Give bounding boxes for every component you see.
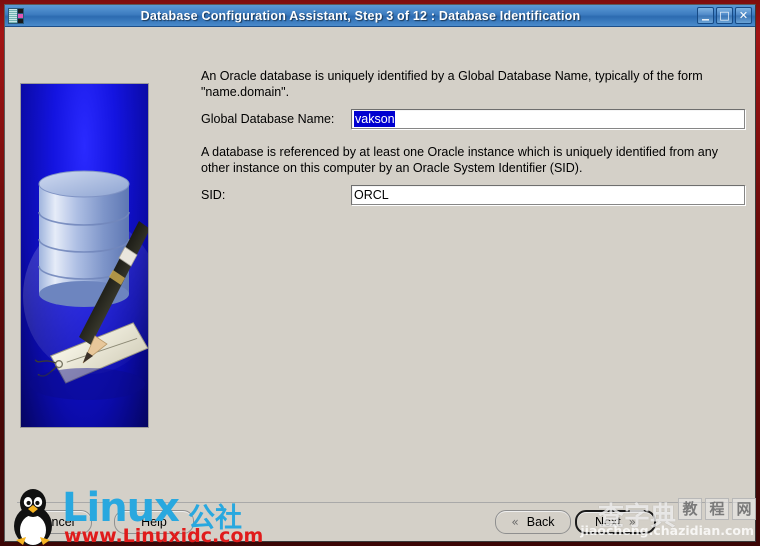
help-button-label: Help bbox=[141, 515, 167, 529]
window-title: Database Configuration Assistant, Step 3… bbox=[140, 8, 581, 23]
maximize-button[interactable]: □ bbox=[716, 7, 733, 24]
content-area: An Oracle database is uniquely identifie… bbox=[5, 27, 755, 541]
sid-label: SID: bbox=[201, 188, 226, 202]
next-button-label: Next bbox=[594, 515, 621, 529]
back-button[interactable]: « Back bbox=[495, 510, 571, 534]
window-controls: _ □ ✕ bbox=[697, 5, 752, 24]
minimize-icon: _ bbox=[702, 5, 709, 21]
oracle-database-cylinder-pen-tag-illustration bbox=[20, 83, 149, 428]
minimize-button[interactable]: _ bbox=[697, 5, 714, 24]
global-database-name-label: Global Database Name: bbox=[201, 112, 335, 126]
window-titlebar[interactable]: Database Configuration Assistant, Step 3… bbox=[5, 5, 755, 27]
back-button-label: Back bbox=[526, 515, 555, 529]
sid-value: ORCL bbox=[354, 188, 389, 202]
next-button[interactable]: Next » bbox=[575, 510, 656, 534]
cancel-button-label: Cancel bbox=[35, 515, 75, 529]
cancel-button[interactable]: Cancel bbox=[18, 510, 92, 534]
global-database-name-input[interactable]: vakson bbox=[351, 109, 745, 129]
help-button[interactable]: Help bbox=[114, 510, 194, 534]
sid-input[interactable]: ORCL bbox=[351, 185, 745, 205]
global-database-name-value: vakson bbox=[354, 111, 395, 127]
form-pane: An Oracle database is uniquely identifie… bbox=[201, 69, 745, 221]
sid-description: A database is referenced by at least one… bbox=[201, 145, 718, 175]
close-icon: ✕ bbox=[738, 9, 749, 22]
chevron-left-icon: « bbox=[511, 515, 519, 529]
chevron-right-icon: » bbox=[628, 515, 637, 529]
database-assistant-icon bbox=[8, 7, 24, 24]
close-button[interactable]: ✕ bbox=[735, 7, 752, 24]
window-body: An Oracle database is uniquely identifie… bbox=[5, 27, 755, 541]
maximize-icon: □ bbox=[719, 9, 730, 22]
global-database-name-row: Global Database Name: vakson bbox=[201, 109, 745, 129]
sid-row: SID: ORCL bbox=[201, 185, 745, 205]
global-db-name-description: An Oracle database is uniquely identifie… bbox=[201, 69, 703, 99]
button-bar: Cancel Help « Back Next » bbox=[5, 503, 755, 541]
dbca-window: Database Configuration Assistant, Step 3… bbox=[4, 4, 756, 542]
